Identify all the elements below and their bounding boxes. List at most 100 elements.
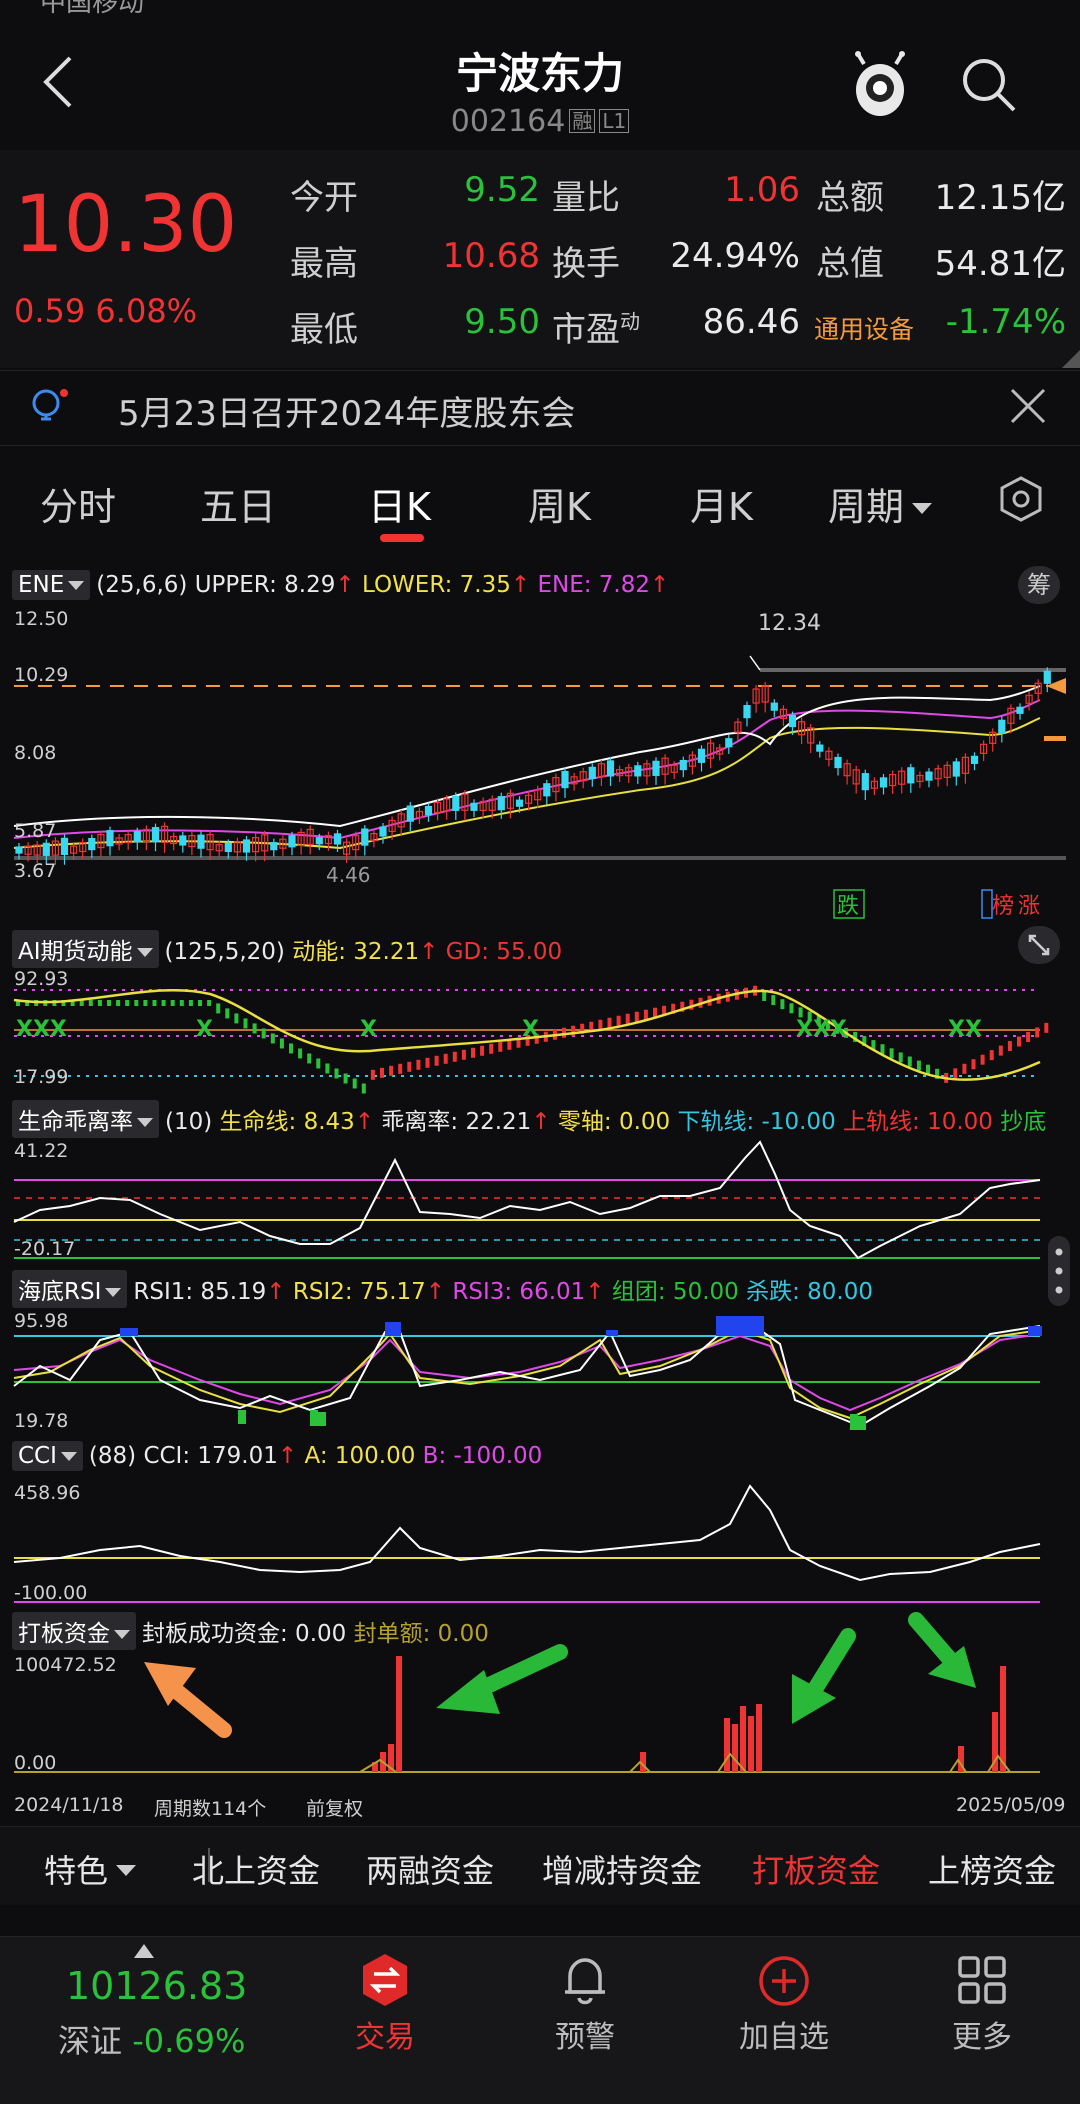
momentum-bar bbox=[643, 1009, 648, 1020]
momentum-bar bbox=[352, 1078, 357, 1089]
candle-body bbox=[406, 805, 414, 822]
turnover-rate-value: 24.94% bbox=[670, 236, 800, 276]
index-line[interactable]: 深证 -0.69% bbox=[58, 2016, 245, 2062]
annotation-arrows bbox=[144, 1612, 976, 1738]
tab-period-dropdown[interactable]: 周期 bbox=[828, 476, 933, 531]
candle-body bbox=[697, 748, 706, 763]
candle-body bbox=[770, 702, 778, 711]
ene-axis-max: 12.50 bbox=[14, 608, 69, 630]
tab-intraday[interactable]: 分时 bbox=[40, 476, 116, 531]
grid-more-icon[interactable] bbox=[956, 1954, 1008, 2006]
nav-more[interactable]: 更多 bbox=[922, 2012, 1042, 2056]
feature-item-margin[interactable]: 两融资金 bbox=[366, 1846, 494, 1892]
deviation-line bbox=[13, 1140, 1041, 1260]
tab-weekly-k[interactable]: 周K bbox=[528, 476, 591, 531]
ene-panel: 12.34 4.46 跌 榜 涨 bbox=[13, 611, 1066, 919]
momentum-bar bbox=[989, 1050, 994, 1061]
ene-axis-2: 10.29 bbox=[14, 664, 69, 686]
bell-icon[interactable] bbox=[560, 1952, 610, 2008]
momentum-bar bbox=[152, 1000, 157, 1006]
momentum-bar bbox=[298, 1048, 303, 1059]
momentum-bar bbox=[116, 1000, 121, 1006]
nav-trade[interactable]: 交易 bbox=[325, 2012, 445, 2056]
momentum-bar bbox=[771, 995, 776, 1006]
momentum-bar bbox=[598, 1019, 603, 1030]
momentum-bar bbox=[316, 1058, 321, 1069]
momentum-bar bbox=[380, 1067, 384, 1078]
notice-text[interactable]: 5月23日召开2024年度股东会 bbox=[118, 386, 575, 435]
svg-text:X: X bbox=[522, 1017, 539, 1042]
feature-bar bbox=[0, 1826, 1080, 1905]
chip-distribution-button[interactable]: 筹 bbox=[1018, 566, 1060, 604]
rsi-panel bbox=[13, 1316, 1042, 1430]
candle-body bbox=[88, 837, 96, 851]
momentum-bar bbox=[434, 1055, 439, 1066]
feature-item-northbound[interactable]: 北上资金 bbox=[192, 1846, 320, 1886]
candle-body bbox=[470, 802, 478, 811]
settings-hexagon-icon[interactable] bbox=[998, 476, 1044, 522]
index-value[interactable]: 10126.83 bbox=[66, 1964, 247, 2008]
momentum-bar bbox=[207, 1000, 212, 1006]
nav-add-watchlist[interactable]: 加自选 bbox=[724, 2012, 844, 2056]
momentum-bar bbox=[97, 1000, 102, 1006]
adjust-mode[interactable]: 前复权 bbox=[306, 1794, 363, 1821]
momentum-bar bbox=[461, 1049, 466, 1060]
chevron-down-icon bbox=[116, 1865, 137, 1876]
feature-item-board-fund[interactable]: 打板资金 bbox=[752, 1846, 880, 1892]
feature-item-holdings[interactable]: 增减持资金 bbox=[542, 1846, 702, 1892]
momentum-bar bbox=[1017, 1036, 1021, 1047]
candle-body bbox=[288, 835, 296, 848]
momentum-bar bbox=[1035, 1027, 1040, 1038]
candle-body bbox=[743, 704, 751, 719]
candle-body bbox=[424, 805, 433, 816]
feature-menu[interactable]: 特色 bbox=[44, 1846, 137, 1892]
momentum-bar bbox=[361, 1083, 366, 1094]
feature-item-list-fund[interactable]: 上榜资金 bbox=[928, 1846, 1056, 1892]
momentum-bar bbox=[998, 1045, 1003, 1056]
cci-panel bbox=[13, 1484, 1041, 1603]
trade-icon[interactable] bbox=[360, 1952, 410, 2008]
momentum-bar bbox=[898, 1052, 903, 1063]
board-fund-bar bbox=[756, 1704, 762, 1772]
candle-body bbox=[179, 835, 187, 846]
momentum-bar bbox=[452, 1051, 457, 1062]
sector-name[interactable]: 通用设备 bbox=[814, 310, 914, 346]
close-icon[interactable] bbox=[1008, 386, 1048, 426]
tab-five-day[interactable]: 五日 bbox=[200, 476, 276, 531]
cci-line bbox=[13, 1484, 1041, 1582]
momentum-bar bbox=[279, 1038, 284, 1049]
sector-change: -1.74% bbox=[945, 302, 1066, 342]
tab-monthly-k[interactable]: 月K bbox=[690, 476, 753, 531]
momentum-bar bbox=[325, 1063, 330, 1074]
tab-daily-k[interactable]: 日K bbox=[368, 476, 431, 531]
change-percent: 6.08% bbox=[95, 292, 198, 330]
svg-text:X: X bbox=[196, 1017, 213, 1042]
svg-text:XX: XX bbox=[948, 1017, 982, 1042]
sm-axis-max: 41.22 bbox=[14, 1140, 69, 1162]
rsi2-line bbox=[13, 1328, 1041, 1420]
market-cap-label: 总值 bbox=[816, 244, 884, 284]
ene-upper-line bbox=[13, 685, 1041, 828]
add-watchlist-icon[interactable] bbox=[757, 1954, 811, 2008]
momentum-bar bbox=[88, 1000, 93, 1006]
momentum-bar bbox=[179, 1000, 184, 1006]
momentum-bar bbox=[971, 1059, 976, 1070]
kline-indicator-chart[interactable]: 12.34 4.46 跌 榜 涨 XXX X X X XXX XX bbox=[0, 600, 1080, 1790]
corner-fold-icon bbox=[1062, 350, 1080, 368]
rsi1-line bbox=[13, 1325, 1041, 1428]
stock-code: 002164 bbox=[450, 104, 566, 139]
ene-axis-min: 3.67 bbox=[14, 860, 57, 882]
momentum-bar bbox=[407, 1061, 412, 1072]
momentum-bar bbox=[498, 1041, 503, 1052]
rsi-axis-min: 19.78 bbox=[14, 1410, 69, 1432]
momentum-bar bbox=[289, 1043, 293, 1054]
assistant-owl-icon[interactable] bbox=[850, 50, 910, 120]
momentum-bar bbox=[907, 1056, 912, 1067]
chevron-up-icon[interactable] bbox=[134, 1944, 154, 1958]
nav-alert[interactable]: 预警 bbox=[525, 2012, 645, 2056]
momentum-bar bbox=[607, 1017, 612, 1028]
candle-body bbox=[15, 846, 23, 854]
candle-body bbox=[224, 842, 232, 853]
ene-selector[interactable]: ENE bbox=[12, 570, 91, 600]
search-icon[interactable] bbox=[958, 54, 1018, 114]
